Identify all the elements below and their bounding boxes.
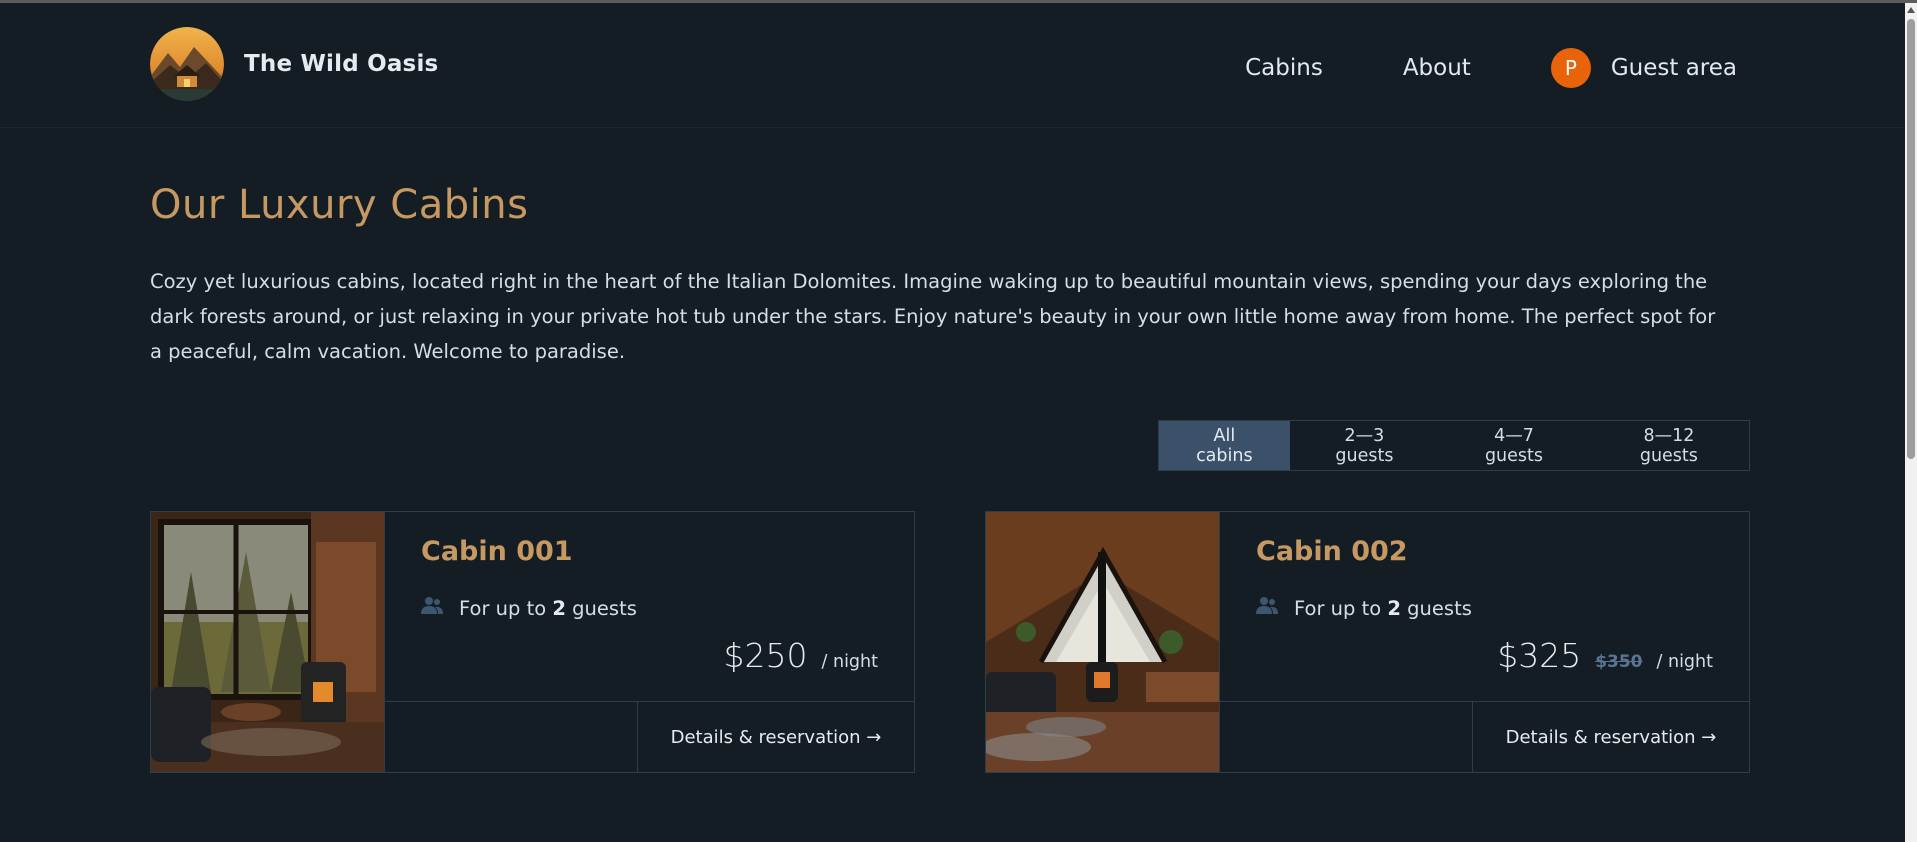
price-amount: $250 (723, 636, 808, 675)
capacity-suffix: guests (572, 597, 637, 620)
cabin-name: Cabin 002 (1256, 536, 1408, 567)
page-intro: Cozy yet luxurious cabins, located right… (150, 270, 1716, 363)
logo-link[interactable]: The Wild Oasis (150, 27, 438, 101)
price-per-night: / night (821, 652, 878, 672)
scroll-up-arrow-icon[interactable] (1907, 7, 1915, 13)
nav-about[interactable]: About (1403, 55, 1471, 81)
cabin-capacity: For up to 2 guests (1256, 596, 1472, 621)
filter-8-12-guests[interactable]: 8—12 guests (1589, 421, 1749, 470)
cabin-image (151, 512, 385, 772)
capacity-count: 2 (552, 597, 566, 620)
vertical-scrollbar[interactable] (1905, 3, 1917, 842)
capacity-prefix: For up to (1294, 597, 1382, 620)
capacity-count: 2 (1387, 597, 1401, 620)
scrollbar-thumb[interactable] (1907, 19, 1915, 459)
mountain-cabin-logo-icon (150, 27, 224, 101)
users-icon (1256, 596, 1278, 621)
cabin-image (986, 512, 1220, 772)
cabin-price: $250 / night (724, 636, 878, 675)
filter-2-3-guests[interactable]: 2—3 guests (1290, 421, 1440, 470)
page-title: Our Luxury Cabins (150, 182, 529, 228)
price-original: $350 (1595, 652, 1643, 672)
cabin-capacity: For up to 2 guests (421, 596, 637, 621)
users-icon (421, 596, 443, 621)
price-amount: $325 (1497, 636, 1582, 675)
capacity-suffix: guests (1407, 597, 1472, 620)
cabin-info: Cabin 001 For up to 2 guests $250 / nigh… (385, 512, 914, 772)
capacity-text: For up to 2 guests (1294, 597, 1472, 620)
cabin-price: $325 $350 / night (1497, 636, 1713, 675)
nav-guest-area[interactable]: P Guest area (1550, 48, 1737, 88)
details-reservation-link[interactable]: Details & reservation → (1472, 702, 1749, 772)
site-header: The Wild Oasis Cabins About P Guest area (0, 3, 1905, 128)
cabin-card: Cabin 002 For up to 2 guests $325 $350 /… (985, 511, 1750, 773)
nav-cabins[interactable]: Cabins (1245, 55, 1323, 81)
cabin-info: Cabin 002 For up to 2 guests $325 $350 /… (1220, 512, 1749, 772)
capacity-prefix: For up to (459, 597, 547, 620)
price-per-night: / night (1656, 652, 1713, 672)
cabin-card-footer: Details & reservation → (1220, 701, 1749, 772)
filter-all-cabins[interactable]: All cabins (1159, 421, 1290, 470)
details-reservation-link[interactable]: Details & reservation → (637, 702, 914, 772)
cabin-card-footer: Details & reservation → (385, 701, 914, 772)
capacity-filter: All cabins 2—3 guests 4—7 guests 8—12 gu… (1158, 420, 1750, 471)
capacity-text: For up to 2 guests (459, 597, 637, 620)
filter-4-7-guests[interactable]: 4—7 guests (1439, 421, 1589, 470)
main-nav: Cabins About P Guest area (1245, 48, 1737, 88)
brand-name: The Wild Oasis (244, 51, 439, 77)
cabin-name: Cabin 001 (421, 536, 573, 567)
nav-guest-area-label: Guest area (1610, 55, 1737, 81)
avatar: P (1550, 48, 1591, 88)
cabin-card: Cabin 001 For up to 2 guests $250 / nigh… (150, 511, 915, 773)
